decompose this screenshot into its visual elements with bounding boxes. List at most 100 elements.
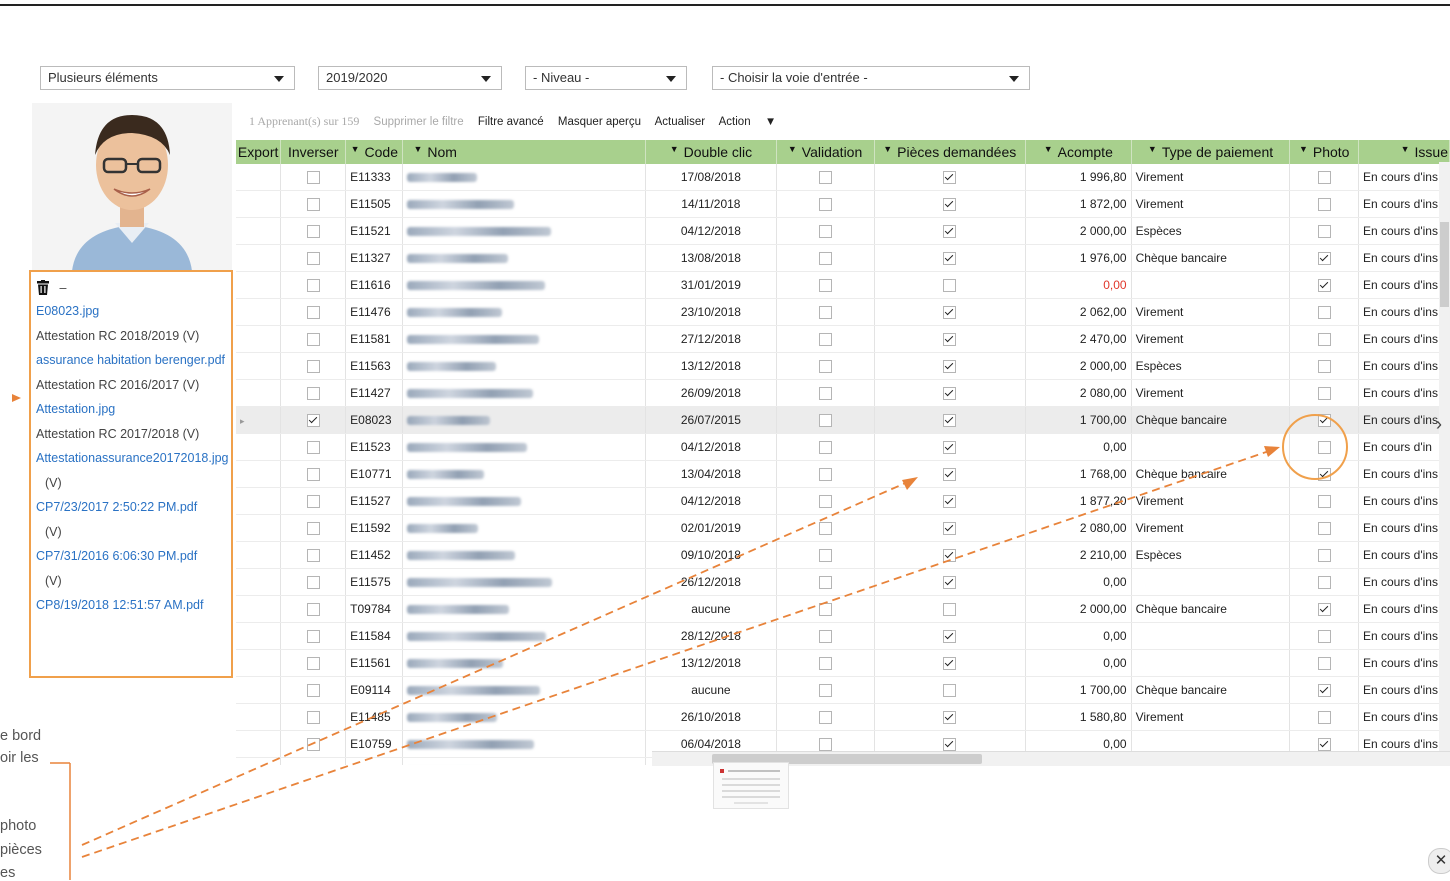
- validation-checkbox[interactable]: [818, 495, 832, 509]
- filter-select-niveau[interactable]: - Niveau -: [525, 66, 687, 90]
- filter-icon[interactable]: ▼: [413, 144, 422, 154]
- action-menu-button[interactable]: Action ▼: [719, 116, 788, 128]
- refresh-button[interactable]: Actualiser: [655, 116, 706, 128]
- inverser-checkbox[interactable]: [306, 603, 320, 617]
- photo-checkbox[interactable]: [1317, 630, 1331, 644]
- table-row[interactable]: E11616 31/01/2019 0,00 En cours d'ins: [236, 271, 1450, 299]
- pieces-checkbox[interactable]: [943, 225, 957, 239]
- inverser-checkbox[interactable]: [306, 495, 320, 509]
- inverser-checkbox[interactable]: [306, 576, 320, 590]
- validation-checkbox[interactable]: [818, 549, 832, 563]
- filter-icon[interactable]: ▼: [1148, 144, 1157, 154]
- photo-checkbox[interactable]: [1317, 522, 1331, 536]
- photo-checkbox[interactable]: [1317, 252, 1331, 266]
- table-row[interactable]: E11327 13/08/2018 1 976,00 Chèque bancaire E…: [236, 244, 1450, 272]
- table-row[interactable]: E11333 17/08/2018 1 996,80 Virement En cours…: [236, 164, 1450, 191]
- inverser-checkbox[interactable]: [306, 252, 320, 266]
- table-row[interactable]: E11592 02/01/2019 2 080,00 Virement En cours…: [236, 514, 1450, 542]
- table-row[interactable]: T09784 aucune 2 000,00 Chèque bancaire En co…: [236, 595, 1450, 623]
- photo-checkbox[interactable]: [1317, 495, 1331, 509]
- inverser-checkbox[interactable]: [306, 630, 320, 644]
- validation-checkbox[interactable]: [818, 738, 832, 752]
- inverser-checkbox[interactable]: [306, 468, 320, 482]
- photo-checkbox[interactable]: [1317, 684, 1331, 698]
- inverser-checkbox[interactable]: [306, 225, 320, 239]
- pieces-checkbox[interactable]: [943, 171, 957, 185]
- table-row[interactable]: ▸ E08023 26/07/2015 1 700,00 Chèque bancaire…: [236, 406, 1450, 434]
- pieces-checkbox[interactable]: [943, 279, 957, 293]
- photo-checkbox[interactable]: [1317, 576, 1331, 590]
- filter-icon[interactable]: ▼: [351, 144, 360, 154]
- pieces-checkbox[interactable]: [943, 603, 957, 617]
- inverser-checkbox[interactable]: [306, 333, 320, 347]
- validation-checkbox[interactable]: [818, 684, 832, 698]
- inverser-checkbox[interactable]: [306, 306, 320, 320]
- column-header[interactable]: ▼ Nom: [402, 140, 647, 164]
- pieces-checkbox[interactable]: [943, 576, 957, 590]
- chevron-right-icon[interactable]: ›: [1436, 414, 1442, 435]
- validation-checkbox[interactable]: [818, 360, 832, 374]
- column-header[interactable]: Inverser: [280, 140, 347, 164]
- table-row[interactable]: E09114 aucune 1 700,00 Chèque bancaire En co…: [236, 676, 1450, 704]
- table-row[interactable]: E11427 26/09/2018 2 080,00 Virement En cours…: [236, 379, 1450, 407]
- pieces-checkbox[interactable]: [943, 252, 957, 266]
- vertical-scroll-thumb[interactable]: [1440, 222, 1449, 307]
- filter-icon[interactable]: ▼: [883, 144, 892, 154]
- validation-checkbox[interactable]: [818, 171, 832, 185]
- table-row[interactable]: E11505 14/11/2018 1 872,00 Virement En cours…: [236, 190, 1450, 218]
- table-row[interactable]: E11521 04/12/2018 2 000,00 Espèces En cours …: [236, 217, 1450, 245]
- advanced-filter-button[interactable]: Filtre avancé: [478, 116, 544, 128]
- pieces-checkbox[interactable]: [943, 468, 957, 482]
- validation-checkbox[interactable]: [818, 333, 832, 347]
- photo-checkbox[interactable]: [1317, 441, 1331, 455]
- photo-checkbox[interactable]: [1317, 657, 1331, 671]
- photo-checkbox[interactable]: [1317, 603, 1331, 617]
- inverser-checkbox[interactable]: [306, 711, 320, 725]
- validation-checkbox[interactable]: [818, 387, 832, 401]
- table-row[interactable]: E11485 26/10/2018 1 580,80 Virement En cours…: [236, 703, 1450, 731]
- pieces-checkbox[interactable]: [943, 306, 957, 320]
- photo-checkbox[interactable]: [1317, 198, 1331, 212]
- table-row[interactable]: E11527 04/12/2018 1 877,20 Virement En cours…: [236, 487, 1450, 515]
- filter-select-voie[interactable]: - Choisir la voie d'entrée -: [712, 66, 1030, 90]
- table-row[interactable]: E11584 28/12/2018 0,00 En cours d'ins: [236, 622, 1450, 650]
- validation-checkbox[interactable]: [818, 306, 832, 320]
- hide-preview-button[interactable]: Masquer aperçu: [558, 116, 641, 128]
- table-row[interactable]: E11561 13/12/2018 0,00 En cours d'ins: [236, 649, 1450, 677]
- document-link[interactable]: CP7/31/2016 6:06:30 PM.pdf: [36, 549, 197, 563]
- pieces-checkbox[interactable]: [943, 360, 957, 374]
- pieces-checkbox[interactable]: [943, 495, 957, 509]
- table-row[interactable]: E11581 27/12/2018 2 470,00 Virement En cours…: [236, 325, 1450, 353]
- vertical-scrollbar[interactable]: [1439, 162, 1450, 762]
- validation-checkbox[interactable]: [818, 522, 832, 536]
- column-header[interactable]: ▼ Pièces demandées: [874, 140, 1026, 164]
- validation-checkbox[interactable]: [818, 252, 832, 266]
- pieces-checkbox[interactable]: [943, 738, 957, 752]
- document-link[interactable]: Attestation.jpg: [36, 402, 115, 416]
- inverser-checkbox[interactable]: [306, 522, 320, 536]
- validation-checkbox[interactable]: [818, 657, 832, 671]
- table-row[interactable]: E11476 23/10/2018 2 062,00 Virement En cours…: [236, 298, 1450, 326]
- filter-select-1[interactable]: Plusieurs éléments: [40, 66, 295, 90]
- pieces-checkbox[interactable]: [943, 630, 957, 644]
- column-header[interactable]: ▼ Code: [345, 140, 404, 164]
- document-link[interactable]: Attestationassurance20172018.jpg: [36, 451, 229, 465]
- table-row[interactable]: E11523 04/12/2018 0,00 En cours d'in: [236, 433, 1450, 461]
- photo-checkbox[interactable]: [1317, 468, 1331, 482]
- inverser-checkbox[interactable]: [306, 549, 320, 563]
- validation-checkbox[interactable]: [818, 468, 832, 482]
- pieces-checkbox[interactable]: [943, 711, 957, 725]
- table-row[interactable]: E10771 13/04/2018 1 768,00 Chèque bancaire E…: [236, 460, 1450, 488]
- photo-checkbox[interactable]: [1317, 333, 1331, 347]
- column-header[interactable]: ▼ Type de paiement: [1131, 140, 1291, 164]
- table-row[interactable]: E11452 09/10/2018 2 210,00 Espèces En cours …: [236, 541, 1450, 569]
- photo-checkbox[interactable]: [1317, 225, 1331, 239]
- photo-checkbox[interactable]: [1317, 738, 1331, 752]
- pieces-checkbox[interactable]: [943, 441, 957, 455]
- pieces-checkbox[interactable]: [943, 549, 957, 563]
- photo-checkbox[interactable]: [1317, 387, 1331, 401]
- validation-checkbox[interactable]: [818, 603, 832, 617]
- column-header[interactable]: Export: [236, 140, 282, 164]
- inverser-checkbox[interactable]: [306, 198, 320, 212]
- column-header[interactable]: ▼ Validation: [776, 140, 875, 164]
